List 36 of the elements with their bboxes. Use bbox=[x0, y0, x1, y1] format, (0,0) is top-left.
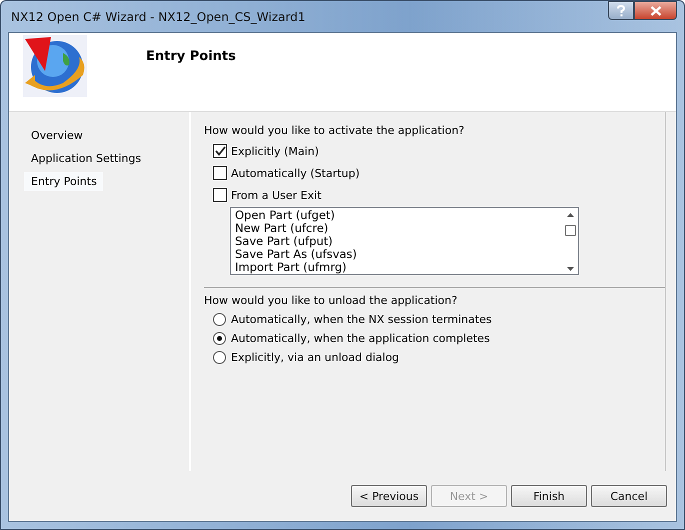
list-item[interactable]: Import Part (ufmrg) bbox=[235, 261, 559, 274]
close-button[interactable] bbox=[634, 1, 677, 20]
checkbox-label[interactable]: From a User Exit bbox=[231, 188, 322, 202]
checkbox-label[interactable]: Automatically (Startup) bbox=[231, 166, 360, 180]
sidebar-item[interactable]: Overview bbox=[24, 126, 89, 145]
exit-list[interactable]: Open Part (ufget) New Part (ufcre) Save Part (ufput) Save Part As (ufsvas) Import Part (ufmrg) bbox=[230, 207, 579, 275]
radio-button[interactable] bbox=[213, 313, 226, 326]
checkbox[interactable] bbox=[213, 166, 227, 180]
wizard-button[interactable]: Finish bbox=[511, 485, 587, 507]
list-item[interactable]: Open Part (ufget) bbox=[235, 209, 559, 222]
radio-label[interactable]: Automatically, when the NX session terminates bbox=[231, 313, 492, 326]
up-arrow-icon bbox=[567, 213, 574, 217]
list-item[interactable]: Save Part As (ufsvas) bbox=[235, 248, 559, 261]
close-icon bbox=[650, 6, 662, 16]
help-button[interactable] bbox=[608, 1, 634, 20]
sidebar-item[interactable]: Application Settings bbox=[24, 149, 148, 168]
radio-label[interactable]: Explicitly, via an unload dialog bbox=[231, 351, 400, 364]
checkbox-label[interactable]: Explicitly (Main) bbox=[231, 144, 319, 158]
down-arrow-icon bbox=[567, 267, 574, 271]
help-icon bbox=[616, 4, 626, 16]
wizard-button[interactable]: Cancel bbox=[591, 485, 667, 507]
radio-label[interactable]: Automatically, when the application completes bbox=[231, 332, 490, 345]
wizard-button[interactable]: < Previous bbox=[351, 485, 427, 507]
page-title: Entry Points bbox=[146, 49, 236, 64]
globe-icon bbox=[23, 35, 87, 97]
radio-button[interactable] bbox=[213, 332, 226, 345]
sidebar-item[interactable]: Entry Points bbox=[24, 172, 103, 191]
window-title: NX12 Open C# Wizard - NX12_Open_CS_Wizard1 bbox=[11, 10, 306, 24]
scroll-thumb[interactable] bbox=[565, 225, 576, 236]
question-label: How would you like to activate the application? bbox=[204, 124, 466, 137]
checkbox[interactable] bbox=[213, 144, 227, 158]
list-item[interactable]: New Part (ufcre) bbox=[235, 222, 559, 235]
list-item[interactable]: Save Part (ufput) bbox=[235, 235, 559, 248]
question-label: How would you like to unload the application? bbox=[204, 294, 458, 307]
checkbox[interactable] bbox=[213, 188, 227, 202]
radio-button[interactable] bbox=[213, 351, 226, 364]
